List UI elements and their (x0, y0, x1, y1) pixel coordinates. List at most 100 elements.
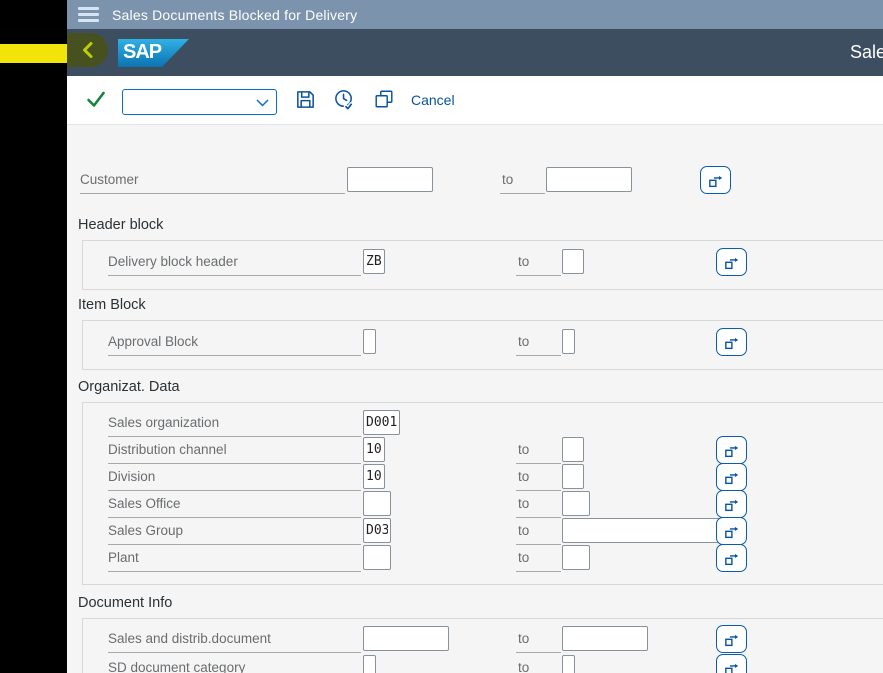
sap-logo-text: SAP (123, 41, 162, 63)
to-label: to (516, 496, 561, 518)
to-label: to (516, 334, 561, 356)
multi-select-button[interactable] (716, 490, 747, 518)
customer-from-input[interactable] (347, 167, 433, 192)
sales-organization-input[interactable] (363, 410, 400, 435)
multi-select-icon (725, 663, 739, 673)
sd-document-category-from-input[interactable] (363, 655, 376, 673)
field-label: Plant (108, 550, 361, 572)
distribution-channel-from-input[interactable] (363, 437, 385, 462)
sd-document-category-to-input[interactable] (562, 655, 575, 673)
field-label: Sales Group (108, 523, 361, 545)
multi-select-button[interactable] (716, 436, 747, 464)
sales-group-to-input[interactable] (562, 518, 737, 543)
multi-select-button[interactable] (700, 166, 731, 194)
save-icon (297, 90, 314, 108)
field-label: Delivery block header (108, 254, 361, 276)
sap-logo[interactable]: SAP (118, 39, 189, 67)
copy-button[interactable] (370, 87, 397, 114)
variant-combobox[interactable] (122, 89, 277, 115)
clock-icon (335, 89, 354, 111)
section-title: Item Block (78, 297, 146, 313)
multi-select-button[interactable] (716, 248, 747, 276)
chevron-left-icon (82, 42, 92, 58)
toolbar: Cancel (67, 76, 883, 125)
field-label: Division (108, 469, 361, 491)
form-row: Delivery block header to (83, 248, 883, 276)
multi-select-icon (725, 445, 739, 457)
cancel-link[interactable]: Cancel (411, 92, 455, 108)
execute-button[interactable] (86, 90, 106, 111)
to-label: to (516, 442, 561, 464)
form-row: Sales Office to (83, 490, 883, 518)
section-box-document-info: Sales and distrib.document to SD documen… (82, 618, 883, 673)
to-label: to (516, 631, 561, 653)
schedule-button[interactable] (331, 87, 358, 114)
multi-select-icon (709, 175, 723, 187)
form-row: SD document category to (83, 654, 883, 673)
division-from-input[interactable] (363, 464, 385, 489)
customer-to-input[interactable] (546, 167, 632, 192)
sales-office-from-input[interactable] (363, 491, 391, 516)
field-label: Approval Block (108, 334, 361, 356)
section-title: Organizat. Data (78, 379, 180, 395)
main-area: Sales Documents Blocked for Delivery SAP… (67, 0, 883, 673)
field-label: Sales and distrib.document (108, 631, 361, 653)
sales-document-to-input[interactable] (562, 626, 648, 651)
multi-select-icon (725, 553, 739, 565)
to-label: to (500, 172, 545, 194)
sales-group-from-input[interactable] (363, 518, 391, 543)
form-row: Plant to (83, 544, 883, 572)
to-label: to (516, 550, 561, 572)
multi-select-icon (725, 472, 739, 484)
form-row-customer: Customer to (67, 166, 883, 194)
field-label: Sales organization (108, 415, 361, 437)
multi-select-icon (725, 634, 739, 646)
multi-select-button[interactable] (716, 517, 747, 545)
multi-select-button[interactable] (716, 544, 747, 572)
app-window: Sales Documents Blocked for Delivery SAP… (0, 0, 883, 673)
menu-icon[interactable] (78, 7, 99, 22)
multi-select-button[interactable] (716, 328, 747, 356)
form-row: Sales organization (83, 410, 883, 437)
distribution-channel-to-input[interactable] (562, 437, 584, 462)
checkmark-icon (87, 91, 105, 107)
multi-select-button[interactable] (716, 625, 747, 653)
division-to-input[interactable] (562, 464, 584, 489)
approval-block-to-input[interactable] (562, 329, 575, 354)
selection-screen: Customer to Header block Delivery block … (67, 125, 883, 673)
back-button[interactable] (67, 33, 108, 67)
delivery-block-to-input[interactable] (562, 249, 584, 274)
left-filler (0, 0, 67, 673)
shell-title: Sale (849, 42, 883, 62)
sales-office-to-input[interactable] (562, 491, 590, 516)
highlight-marker (0, 44, 67, 63)
multi-select-icon (725, 337, 739, 349)
copy-icon (374, 90, 393, 108)
multi-select-button[interactable] (716, 654, 747, 673)
plant-from-input[interactable] (363, 545, 391, 570)
variant-input[interactable] (123, 90, 251, 114)
plant-to-input[interactable] (562, 545, 590, 570)
section-box-header-block: Delivery block header to (82, 240, 883, 290)
field-label: Distribution channel (108, 442, 361, 464)
to-label: to (516, 660, 561, 673)
multi-select-button[interactable] (716, 463, 747, 491)
sales-document-from-input[interactable] (363, 626, 449, 651)
section-title: Header block (78, 217, 164, 233)
delivery-block-from-input[interactable] (363, 249, 385, 274)
section-box-item-block: Approval Block to (82, 320, 883, 370)
save-button[interactable] (292, 87, 319, 114)
form-row: Division to (83, 463, 883, 491)
field-label: Sales Office (108, 496, 361, 518)
to-label: to (516, 469, 561, 491)
section-box-organizational-data: Sales organization Distribution channel … (82, 402, 883, 585)
multi-select-icon (725, 499, 739, 511)
approval-block-from-input[interactable] (363, 329, 376, 354)
chevron-down-icon[interactable] (256, 99, 269, 107)
to-label: to (516, 523, 561, 545)
multi-select-icon (725, 257, 739, 269)
multi-select-icon (725, 526, 739, 538)
top-bar-title: Sales Documents Blocked for Delivery (112, 6, 358, 23)
field-label: SD document category (108, 660, 361, 673)
form-row: Approval Block to (83, 328, 883, 356)
